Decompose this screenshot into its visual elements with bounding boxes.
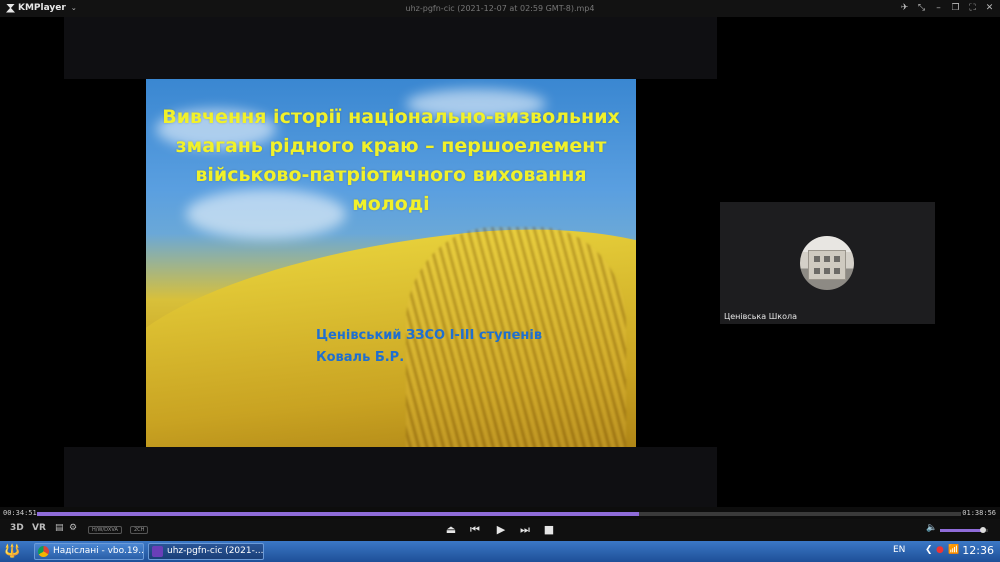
language-indicator[interactable]: EN — [893, 545, 905, 555]
volume-icon[interactable]: 🔈 — [926, 523, 937, 533]
seek-bar-row: 00:34:51 01:38:56 — [0, 507, 1000, 519]
stop-icon[interactable]: ■ — [542, 523, 556, 537]
window-title: uhz-pgfn-cic (2021-12-07 at 02:59 GMT-8)… — [405, 4, 595, 13]
seek-bar[interactable] — [37, 512, 961, 516]
taskbar-item-chrome[interactable]: Надіслані - vbo.19... — [34, 543, 144, 560]
clock: 12:36 — [962, 544, 994, 557]
presentation-slide: Вивчення історії національно-визвольних … — [146, 79, 636, 447]
previous-icon[interactable]: ⏮ — [468, 523, 482, 537]
minimize-icon[interactable]: – — [932, 2, 945, 15]
volume-fill — [940, 527, 987, 533]
control-bar: 3D VR ▤ ⚙ H/W/DXVA 2CH ⏏ ⏮ ▶ ⏭ ■ 🔈 — [0, 519, 1000, 541]
playlist-icon[interactable]: ▤ — [55, 523, 64, 533]
3d-button[interactable]: 3D — [10, 523, 24, 533]
play-icon[interactable]: ▶ — [494, 523, 508, 537]
volume-slider[interactable] — [940, 527, 988, 533]
next-icon[interactable]: ⏭ — [518, 523, 532, 537]
pin-icon[interactable]: ✈ — [898, 2, 911, 15]
taskbar-item-kmplayer[interactable]: uhz-pgfn-cic (2021-... — [148, 543, 264, 560]
participant-tile: Ценівська Школа — [720, 202, 935, 324]
taskbar-item-label: Надіслані - vbo.19... — [53, 546, 144, 556]
avatar — [800, 236, 854, 290]
taskbar: 🔱 Надіслані - vbo.19... uhz-pgfn-cic (20… — [0, 541, 1000, 562]
kmplayer-icon — [152, 546, 163, 557]
notification-icon[interactable]: ● — [936, 545, 944, 555]
seek-bar-fill — [37, 512, 640, 516]
elapsed-time: 00:34:51 — [3, 509, 37, 517]
slide-title-line: Вивчення історії національно-визвольних — [162, 106, 620, 128]
slide-title: Вивчення історії національно-визвольних … — [146, 103, 636, 219]
total-time: 01:38:56 — [962, 509, 996, 517]
fullscreen-icon[interactable]: ⛶ — [966, 2, 979, 15]
video-area[interactable]: Вивчення історії національно-визвольних … — [0, 17, 1000, 507]
eject-icon[interactable]: ⏏ — [444, 523, 458, 537]
title-bar: KMPlayer ⌄ uhz-pgfn-cic (2021-12-07 at 0… — [0, 0, 1000, 17]
kmplayer-window: KMPlayer ⌄ uhz-pgfn-cic (2021-12-07 at 0… — [0, 0, 1000, 562]
audio-channel-badge[interactable]: 2CH — [130, 526, 149, 534]
taskbar-item-label: uhz-pgfn-cic (2021-... — [167, 546, 264, 556]
slide-subtitle: Ценівський ЗЗСО І-ІІІ ступенів Коваль Б.… — [316, 325, 542, 369]
slide-title-line: військово-патріотичного виховання — [195, 164, 587, 186]
slide-title-line: молоді — [352, 193, 430, 215]
decoder-badge[interactable]: H/W/DXVA — [88, 526, 122, 534]
vr-button[interactable]: VR — [32, 523, 46, 533]
volume-knob[interactable] — [980, 527, 987, 533]
network-icon[interactable]: 📶 — [948, 545, 959, 555]
participant-name: Ценівська Школа — [724, 312, 797, 321]
start-trident-icon[interactable]: 🔱 — [4, 543, 20, 560]
author-name: Коваль Б.Р. — [316, 350, 405, 365]
slide-title-line: змагань рідного краю – першоелемент — [175, 135, 607, 157]
restore-icon[interactable]: ❐ — [949, 2, 962, 15]
close-icon[interactable]: ✕ — [983, 2, 996, 15]
school-name: Ценівський ЗЗСО І-ІІІ ступенів — [316, 328, 543, 343]
collapse-icon[interactable]: ⤡ — [915, 2, 928, 15]
chevron-left-icon[interactable]: ❮ — [925, 545, 933, 555]
gear-icon[interactable]: ⚙ — [69, 523, 77, 533]
chrome-icon — [38, 546, 49, 557]
